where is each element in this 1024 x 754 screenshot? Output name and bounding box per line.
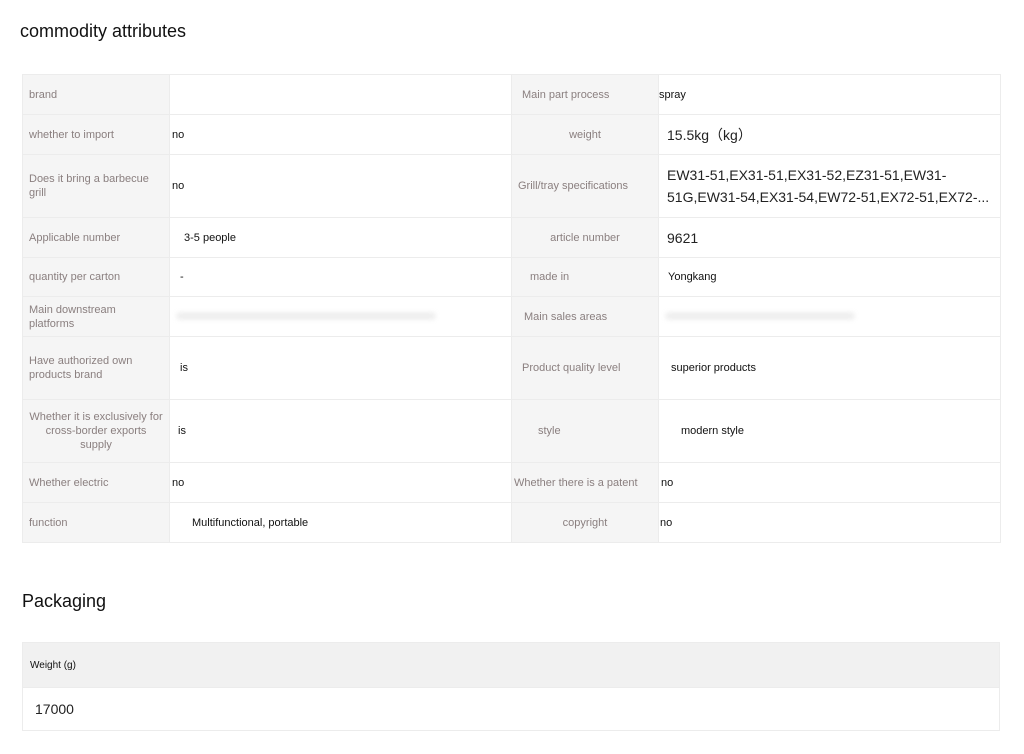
attr-value-whether-electric: no bbox=[169, 462, 512, 503]
attr-key-article-number: article number bbox=[511, 217, 659, 258]
table-header-row: Weight (g) bbox=[22, 642, 1000, 688]
blurred-value bbox=[176, 311, 436, 320]
attr-key-whether-to-import: whether to import bbox=[22, 114, 170, 155]
attr-key-barbecue-grill: Does it bring a barbecue grill bbox=[22, 154, 170, 218]
table-row: whether to import no weight 15.5kg（kg） bbox=[22, 114, 1001, 155]
attr-key-main-downstream-platforms: Main downstream platforms bbox=[22, 296, 170, 337]
attr-value-main-downstream-platforms bbox=[169, 296, 512, 337]
attr-key-authorized-brand: Have authorized own products brand bbox=[22, 336, 170, 400]
column-header-weight: Weight (g) bbox=[22, 642, 1000, 688]
table-row: brand Main part process spray bbox=[22, 74, 1001, 115]
attr-value-quantity-per-carton: - bbox=[169, 257, 512, 297]
attr-key-function: function bbox=[22, 502, 170, 543]
attr-value-product-quality-level: superior products bbox=[658, 336, 1001, 400]
attr-value-main-sales-areas bbox=[658, 296, 1001, 337]
table-row: Applicable number 3-5 people article num… bbox=[22, 217, 1001, 258]
attr-value-cross-border-exports: is bbox=[169, 399, 512, 463]
attr-value-whether-to-import: no bbox=[169, 114, 512, 155]
packaging-table: Weight (g) 17000 bbox=[22, 642, 1000, 731]
attr-key-copyright: copyright bbox=[511, 502, 659, 543]
section-title-packaging: Packaging bbox=[22, 591, 107, 611]
table-row: quantity per carton - made in Yongkang bbox=[22, 257, 1001, 297]
commodity-attributes-table: brand Main part process spray whether to… bbox=[22, 74, 1001, 543]
attr-key-product-quality-level: Product quality level bbox=[511, 336, 659, 400]
section-title-commodity-attributes: commodity attributes bbox=[20, 21, 187, 41]
attr-value-brand bbox=[169, 74, 512, 115]
attr-value-copyright: no bbox=[658, 502, 1001, 543]
attr-key-style: style bbox=[511, 399, 659, 463]
attr-key-brand: brand bbox=[22, 74, 170, 115]
attr-key-whether-electric: Whether electric bbox=[22, 462, 170, 503]
table-row: function Multifunctional, portable copyr… bbox=[22, 502, 1001, 543]
attr-key-patent: Whether there is a patent bbox=[511, 462, 659, 503]
attr-value-authorized-brand: is bbox=[169, 336, 512, 400]
packaging-weight-value: 17000 bbox=[22, 687, 1000, 731]
attr-key-grill-tray-specifications: Grill/tray specifications bbox=[511, 154, 659, 218]
attr-value-main-part-process: spray bbox=[658, 74, 1001, 115]
attr-value-made-in: Yongkang bbox=[658, 257, 1001, 297]
attr-key-main-sales-areas: Main sales areas bbox=[511, 296, 659, 337]
attr-key-weight: weight bbox=[511, 114, 659, 155]
attr-value-patent: no bbox=[658, 462, 1001, 503]
table-row: Whether electric no Whether there is a p… bbox=[22, 462, 1001, 503]
attr-value-function: Multifunctional, portable bbox=[169, 502, 512, 543]
attr-key-applicable-number: Applicable number bbox=[22, 217, 170, 258]
attr-value-applicable-number: 3-5 people bbox=[169, 217, 512, 258]
attr-key-quantity-per-carton: quantity per carton bbox=[22, 257, 170, 297]
attr-key-main-part-process: Main part process bbox=[511, 74, 659, 115]
table-row: Have authorized own products brand is Pr… bbox=[22, 336, 1001, 400]
attr-key-made-in: made in bbox=[511, 257, 659, 297]
table-row: Does it bring a barbecue grill no Grill/… bbox=[22, 154, 1001, 218]
attr-key-cross-border-exports: Whether it is exclusively for cross-bord… bbox=[22, 399, 170, 463]
table-row: Whether it is exclusively for cross-bord… bbox=[22, 399, 1001, 463]
table-row: 17000 bbox=[22, 687, 1000, 731]
blurred-value bbox=[665, 311, 855, 320]
attr-value-style: modern style bbox=[658, 399, 1001, 463]
attr-value-barbecue-grill: no bbox=[169, 154, 512, 218]
attr-value-article-number: 9621 bbox=[658, 217, 1001, 258]
attr-value-weight: 15.5kg（kg） bbox=[658, 114, 1001, 155]
attr-value-grill-tray-specifications: EW31-51,EX31-51,EX31-52,EZ31-51,EW31-51G… bbox=[658, 154, 1001, 218]
table-row: Main downstream platforms Main sales are… bbox=[22, 296, 1001, 337]
